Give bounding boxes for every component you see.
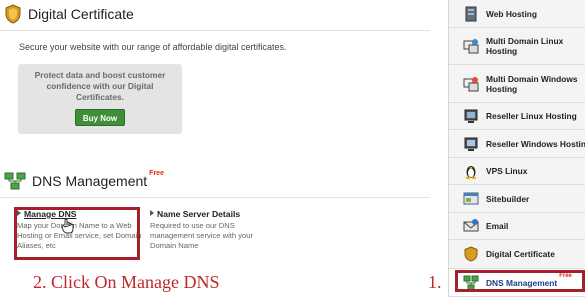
- reseller-icon: [464, 137, 478, 151]
- reseller-icon: [464, 109, 478, 123]
- sidebar-item-label: Multi Domain Windows Hosting: [486, 73, 578, 94]
- manage-dns-highlight: [14, 207, 140, 260]
- sidebar-item-multi-domain-windows[interactable]: Multi Domain Windows Hosting: [449, 65, 585, 103]
- sidebar-item-label: Reseller Windows Hosting: [486, 138, 585, 149]
- sidebar-item-multi-domain-linux[interactable]: Multi Domain Linux Hosting: [449, 28, 585, 65]
- name-server-title[interactable]: Name Server Details: [157, 209, 240, 219]
- cert-section-header: Digital Certificate: [4, 4, 134, 24]
- sidebar-item-label: Email: [486, 221, 509, 231]
- dns-section-title: DNS Management: [32, 173, 148, 189]
- sidebar-item-label: Sitebuilder: [486, 193, 530, 204]
- sidebar-item-vps-linux[interactable]: VPS Linux: [449, 158, 585, 185]
- server-icon: [465, 6, 477, 21]
- sidebar-item-label: Digital Certificate: [486, 249, 555, 259]
- product-sidebar: Web Hosting Multi Domain Linux Hosting M…: [448, 0, 585, 297]
- certificate-icon: [464, 246, 478, 262]
- buy-now-button[interactable]: Buy Now: [75, 109, 125, 126]
- dns-network-icon: [4, 172, 26, 190]
- dns-section-header: DNS Management Free: [4, 170, 164, 190]
- sidebar-item-reseller-linux[interactable]: Reseller Linux Hosting: [449, 103, 585, 130]
- sidebar-item-sitebuilder[interactable]: Sitebuilder: [449, 185, 585, 213]
- free-badge: Free: [149, 170, 164, 177]
- cert-description: Secure your website with our range of af…: [19, 42, 287, 52]
- sidebar-item-reseller-windows[interactable]: Reseller Windows Hosting: [449, 130, 585, 158]
- instruction-step-1: 1.: [428, 272, 442, 292]
- cert-promo-box: Protect data and boost customer confiden…: [18, 64, 182, 134]
- linux-penguin-icon: [466, 166, 476, 179]
- dns-sidebar-highlight: [455, 270, 585, 292]
- email-icon: [463, 219, 479, 232]
- name-server-link[interactable]: Name Server Details: [150, 209, 275, 219]
- sidebar-item-label: Reseller Linux Hosting: [486, 111, 577, 121]
- sidebar-item-email[interactable]: Email: [449, 213, 585, 240]
- main-panel: Digital Certificate Secure your website …: [0, 0, 430, 297]
- sidebar-item-digital-certificate[interactable]: Digital Certificate: [449, 240, 585, 269]
- arrow-bullet-icon: [150, 210, 154, 216]
- sidebar-item-web-hosting[interactable]: Web Hosting: [449, 0, 585, 28]
- sidebar-item-label: VPS Linux: [486, 166, 528, 176]
- name-server-link-block[interactable]: Name Server Details Required to use our …: [150, 209, 275, 251]
- promo-text: Protect data and boost customer confiden…: [34, 70, 166, 102]
- certificate-shield-icon: [5, 4, 21, 24]
- divider: [0, 30, 430, 31]
- divider: [0, 197, 430, 198]
- sidebar-item-label: Multi Domain Linux Hosting: [486, 36, 564, 56]
- multi-server-icon: [463, 39, 479, 54]
- multi-server-icon: [463, 76, 479, 91]
- sidebar-item-label: Web Hosting: [486, 8, 538, 19]
- cert-section-title: Digital Certificate: [28, 6, 134, 22]
- name-server-description: Required to use our DNS management servi…: [150, 221, 253, 250]
- sitebuilder-icon: [463, 192, 479, 204]
- instruction-step-2: 2. Click On Manage DNS: [33, 272, 220, 292]
